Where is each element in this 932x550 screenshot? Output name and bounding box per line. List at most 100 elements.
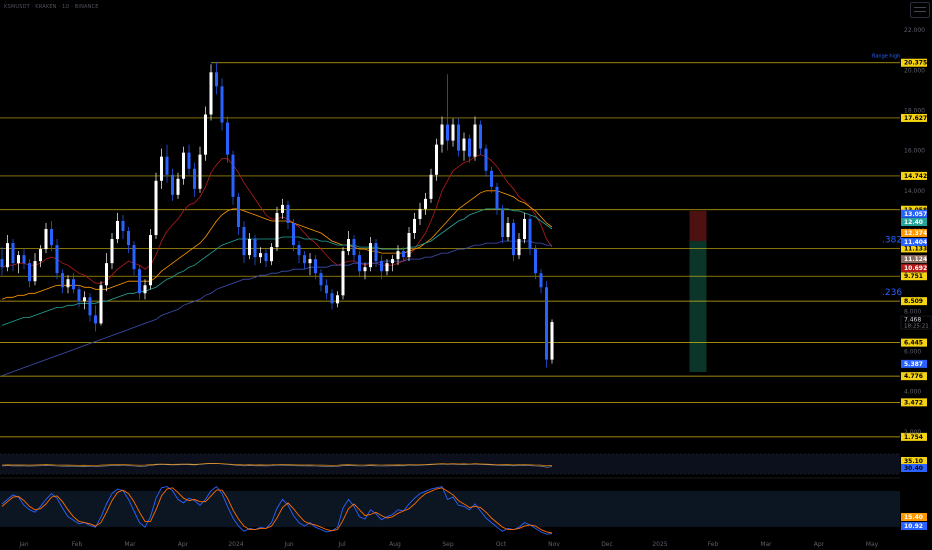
candle-body[interactable]: [77, 289, 81, 302]
candle-body[interactable]: [126, 231, 131, 246]
candle-body[interactable]: [0, 259, 4, 268]
candle-body[interactable]: [489, 170, 494, 187]
candle-body[interactable]: [313, 259, 318, 274]
candle-body[interactable]: [456, 124, 461, 151]
candle-body[interactable]: [38, 249, 43, 262]
candle-body[interactable]: [346, 239, 351, 252]
candle-body[interactable]: [187, 152, 191, 169]
candle-body[interactable]: [440, 124, 444, 145]
candle-body[interactable]: [506, 222, 510, 238]
candle-body[interactable]: [22, 255, 26, 264]
candle-body[interactable]: [341, 251, 345, 296]
candle-body[interactable]: [396, 251, 400, 260]
candle-body[interactable]: [231, 154, 235, 197]
candle-body[interactable]: [357, 255, 362, 272]
candle-body[interactable]: [484, 148, 488, 171]
candle-body[interactable]: [401, 251, 406, 258]
candle-body[interactable]: [462, 138, 466, 151]
candle-body[interactable]: [495, 186, 499, 209]
take-profit-zone[interactable]: [689, 241, 707, 373]
candle-body[interactable]: [500, 208, 505, 238]
candle-body[interactable]: [368, 243, 373, 268]
candle-body[interactable]: [258, 253, 263, 258]
candle-body[interactable]: [203, 114, 208, 155]
candle-body[interactable]: [132, 245, 136, 270]
candle-body[interactable]: [11, 243, 15, 264]
candle-body[interactable]: [236, 196, 241, 227]
candle-body[interactable]: [517, 239, 521, 256]
candle-body[interactable]: [478, 124, 483, 149]
candle-body[interactable]: [121, 220, 125, 232]
candle-body[interactable]: [374, 243, 378, 262]
candle-body[interactable]: [544, 287, 549, 360]
candle-body[interactable]: [115, 220, 120, 240]
candle-body[interactable]: [407, 233, 411, 258]
candle-body[interactable]: [5, 243, 10, 268]
candle-body[interactable]: [181, 152, 186, 179]
candle-body[interactable]: [390, 259, 395, 264]
candle-body[interactable]: [352, 239, 356, 256]
candle-body[interactable]: [539, 273, 543, 288]
candle-body[interactable]: [16, 255, 21, 264]
candle-body[interactable]: [418, 208, 422, 219]
candle-body[interactable]: [110, 239, 114, 264]
candle-body[interactable]: [159, 156, 164, 181]
candle-body[interactable]: [379, 261, 384, 272]
candle-body[interactable]: [27, 263, 32, 282]
candle-body[interactable]: [451, 124, 455, 141]
candle-body[interactable]: [99, 285, 103, 324]
price-chart[interactable]: 20.37517.62714.74213.05811.133.3829.7518…: [0, 0, 932, 550]
candle-body[interactable]: [467, 138, 472, 157]
candle-body[interactable]: [93, 315, 98, 324]
candle-body[interactable]: [412, 218, 417, 234]
candle-body[interactable]: [44, 229, 48, 250]
stop-loss-zone[interactable]: [689, 210, 707, 242]
candle-body[interactable]: [88, 297, 92, 316]
candle-body[interactable]: [319, 273, 323, 286]
candle-body[interactable]: [247, 239, 252, 256]
candle-body[interactable]: [242, 226, 246, 256]
candle-body[interactable]: [104, 263, 109, 286]
candle-body[interactable]: [528, 218, 532, 250]
candle-body[interactable]: [49, 229, 54, 246]
candle-body[interactable]: [363, 267, 367, 272]
candle-body[interactable]: [154, 180, 158, 236]
candle-body[interactable]: [423, 198, 428, 209]
candle-body[interactable]: [445, 124, 450, 141]
candle-body[interactable]: [269, 247, 274, 262]
candle-body[interactable]: [176, 178, 180, 195]
candle-body[interactable]: [434, 144, 439, 175]
candle-body[interactable]: [302, 255, 307, 264]
candle-body[interactable]: [137, 269, 142, 294]
candle-body[interactable]: [60, 273, 65, 288]
candle-body[interactable]: [335, 295, 340, 304]
candle-body[interactable]: [330, 293, 334, 304]
candle-body[interactable]: [429, 174, 433, 199]
candle-body[interactable]: [324, 285, 329, 294]
candle-body[interactable]: [297, 245, 301, 256]
candle-body[interactable]: [533, 249, 538, 274]
candle-body[interactable]: [214, 72, 219, 87]
horizontal-levels[interactable]: 20.37517.62714.74213.05811.133.3829.7518…: [0, 54, 927, 441]
candle-body[interactable]: [253, 239, 257, 258]
candle-body[interactable]: [280, 204, 285, 213]
candle-body[interactable]: [198, 154, 202, 189]
candle-body[interactable]: [511, 222, 516, 256]
candle-body[interactable]: [33, 261, 37, 282]
candle-body[interactable]: [209, 72, 213, 115]
candle-body[interactable]: [264, 253, 268, 262]
candle-body[interactable]: [71, 279, 76, 290]
position-box[interactable]: [689, 210, 707, 373]
candle-body[interactable]: [225, 122, 230, 155]
candle-body[interactable]: [308, 259, 312, 264]
candle-body[interactable]: [165, 156, 169, 175]
candle-body[interactable]: [55, 245, 59, 274]
candle-body[interactable]: [550, 322, 554, 360]
candle-body[interactable]: [522, 218, 527, 240]
candle-body[interactable]: [220, 86, 224, 123]
time-axis[interactable]: Jan Feb Mar Apr 2024 Jun Jul Aug Sep Oct Nov Dec 202…: [18, 541, 878, 548]
candle-body[interactable]: [286, 204, 290, 223]
candle-body[interactable]: [148, 235, 153, 286]
candle-body[interactable]: [473, 124, 477, 157]
candle-body[interactable]: [192, 168, 197, 189]
